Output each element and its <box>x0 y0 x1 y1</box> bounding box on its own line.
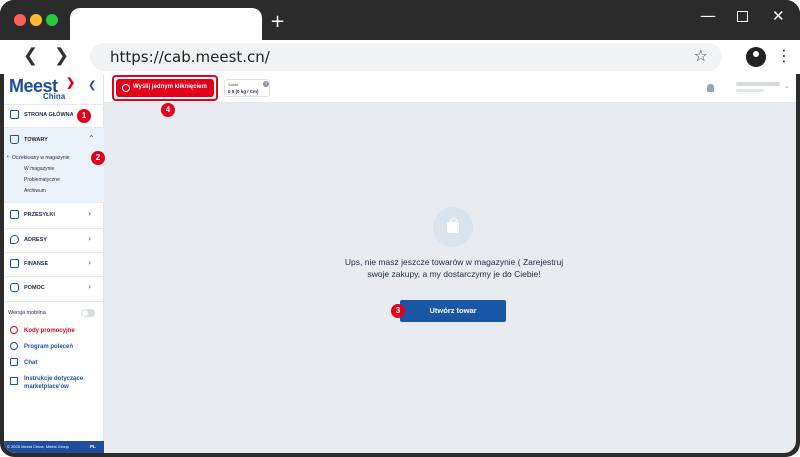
sidebar-item-help[interactable]: POMOC › <box>4 278 104 300</box>
balance-value: 0 $ (0 kg / Cm) <box>228 89 259 94</box>
step-marker-2: 2 <box>91 151 105 165</box>
profile-avatar-icon[interactable] <box>746 47 766 67</box>
divider <box>4 228 104 229</box>
shopping-bag-icon <box>447 218 459 233</box>
chevron-down-icon[interactable]: ⌄ <box>784 82 790 90</box>
back-icon[interactable]: ❮ <box>23 45 38 66</box>
send-button-label: Wyślij jednym kliknięciem <box>133 84 207 90</box>
logo-subtitle: China <box>43 92 66 101</box>
top-bar: Wyślij jednym kliknięciem Saldo 0 $ (0 k… <box>104 74 796 103</box>
bookmark-star-icon[interactable]: ☆ <box>694 46 708 65</box>
copyright-text: © 2025 Meest China, Meest Group <box>7 444 69 449</box>
sidebar-item-finance[interactable]: FINANSE › <box>4 254 104 276</box>
empty-state-icon <box>433 207 473 247</box>
chat-bubble-icon <box>10 358 18 366</box>
create-product-button[interactable]: Utwórz towar <box>400 300 506 322</box>
step-marker-3: 3 <box>391 304 405 318</box>
step-marker-1: 1 <box>77 109 91 123</box>
link-label: Kody promocyjne <box>24 328 75 334</box>
percent-icon <box>10 326 18 334</box>
minimize-icon[interactable]: — <box>700 6 716 25</box>
browser-toolbar: ❮ ❯ https://cab.meest.cn/ ☆ ⋮ <box>0 40 800 74</box>
address-bar[interactable]: https://cab.meest.cn/ ☆ <box>90 43 722 71</box>
sidebar-item-addresses[interactable]: ADRESY › <box>4 230 104 252</box>
balance-widget[interactable]: Saldo 0 $ (0 kg / Cm) ? <box>224 79 270 97</box>
sidebar-item-label: STRONA GŁÓWNA <box>24 112 74 118</box>
chevron-up-icon: ⌃ <box>88 134 95 143</box>
link-label: Chat <box>24 360 38 366</box>
divider <box>4 276 104 277</box>
close-window-dot[interactable] <box>14 14 26 26</box>
location-icon <box>10 235 19 244</box>
send-one-click-button[interactable]: Wyślij jednym kliknięciem <box>116 79 214 97</box>
notification-bell-icon[interactable] <box>707 84 714 92</box>
sidebar-footer: © 2025 Meest China, Meest Group PL <box>4 441 104 453</box>
collapse-sidebar-icon[interactable]: ❮ <box>88 80 96 91</box>
logo-mark-icon: ❯ <box>66 77 76 89</box>
towary-section: TOWARY ⌃ Oczekiwany w magazynie W magazy… <box>4 128 104 202</box>
chat-icon <box>10 283 19 292</box>
sidebar-item-label: ADRESY <box>24 237 47 243</box>
bag-icon <box>10 135 19 144</box>
sidebar-item-shipments[interactable]: PRZESYŁKI › <box>4 205 104 227</box>
user-name-blurred[interactable] <box>736 82 780 86</box>
mobile-version-toggle[interactable] <box>81 309 95 317</box>
maximize-window-dot[interactable] <box>46 14 58 26</box>
new-tab-icon[interactable]: + <box>270 12 285 32</box>
link-label: Instrukcje dotyczące marketplace'ów <box>24 376 84 390</box>
link-label: Program poleceń <box>24 344 74 350</box>
divider <box>4 252 104 253</box>
sidebar-item-label: POMOC <box>24 285 45 291</box>
sidebar-item-label: TOWARY <box>24 137 48 143</box>
submenu-item-expected[interactable]: Oczekiwany w magazynie <box>7 154 69 161</box>
maximize-icon[interactable] <box>737 11 748 22</box>
forward-icon[interactable]: ❯ <box>54 45 69 66</box>
close-icon[interactable]: ✕ <box>772 7 785 25</box>
sidebar-item-label: PRZESYŁKI <box>24 212 55 218</box>
wallet-icon <box>10 259 19 268</box>
user-id-blurred <box>736 89 764 92</box>
chevron-right-icon: › <box>88 209 92 218</box>
submenu-item-in-warehouse[interactable]: W magazynie <box>24 166 54 172</box>
balance-label: Saldo <box>228 82 239 87</box>
submenu-item-problematic[interactable]: Problematyczne <box>24 177 60 183</box>
sidebar-item-towary[interactable]: TOWARY ⌃ <box>4 130 104 152</box>
kebab-menu-icon[interactable]: ⋮ <box>776 46 792 65</box>
minimize-window-dot[interactable] <box>30 14 42 26</box>
help-icon[interactable]: ? <box>263 81 269 87</box>
language-switcher[interactable]: PL <box>90 444 96 449</box>
submenu-item-archive[interactable]: Archiwum <box>24 188 46 194</box>
url-text[interactable]: https://cab.meest.cn/ <box>110 48 270 66</box>
chevron-right-icon: › <box>88 258 92 267</box>
sidebar: Meest ❯ China ❮ STRONA GŁÓWNA 1 TOWARY ⌃… <box>4 74 105 453</box>
mobile-version-label: Wersja mobilna <box>8 310 46 316</box>
browser-tab[interactable] <box>70 8 262 40</box>
send-icon <box>122 84 130 92</box>
title-bar: + — ✕ <box>0 0 800 40</box>
grid-icon <box>10 110 19 119</box>
step-marker-4: 4 <box>161 103 175 117</box>
page-viewport: Meest ❯ China ❮ STRONA GŁÓWNA 1 TOWARY ⌃… <box>4 74 796 453</box>
package-icon <box>10 210 19 219</box>
meest-china-logo[interactable]: Meest ❯ China <box>9 76 89 102</box>
divider <box>4 202 104 203</box>
user-icon <box>10 342 18 350</box>
book-icon <box>10 377 18 385</box>
browser-window: + — ✕ ❮ ❯ https://cab.meest.cn/ ☆ ⋮ Mees… <box>0 0 800 457</box>
divider <box>4 301 104 302</box>
chevron-right-icon: › <box>88 234 92 243</box>
empty-state-message: Ups, nie masz jeszcze towarów w magazyni… <box>344 257 564 279</box>
chevron-right-icon: › <box>88 282 92 291</box>
sidebar-item-label: FINANSE <box>24 261 49 267</box>
